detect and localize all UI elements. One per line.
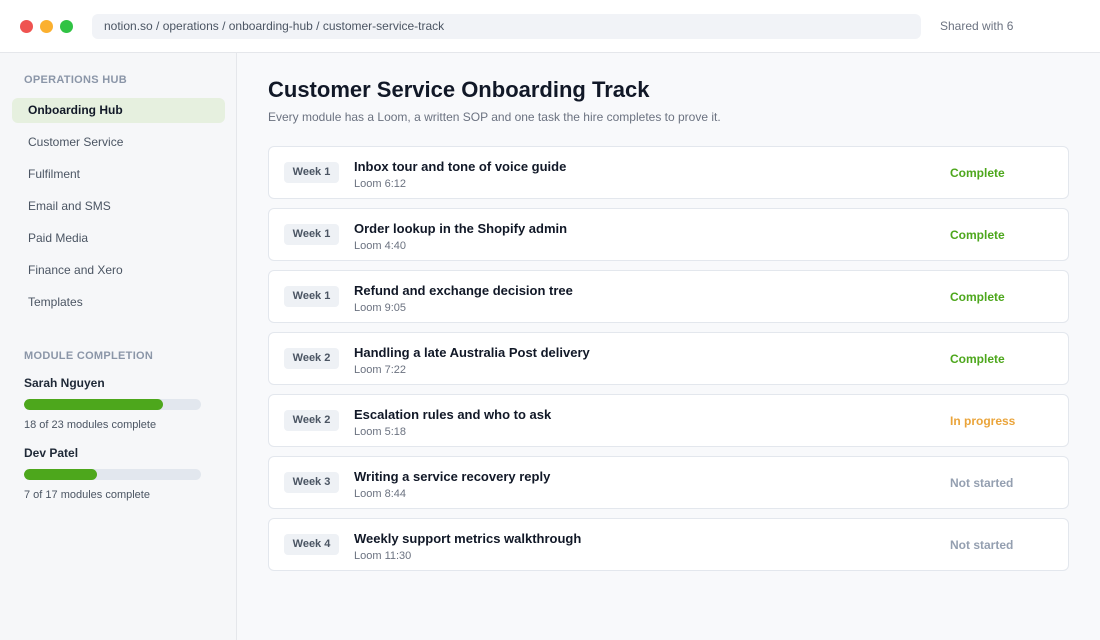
progress-caption: 7 of 17 modules complete [24, 489, 150, 501]
person-progress: Sarah Nguyen 18 of 23 modules complete [24, 376, 201, 431]
sidebar-item[interactable]: Finance and Xero [12, 258, 225, 283]
week-badge: Week 2 [284, 410, 339, 431]
progress-bar [24, 399, 201, 410]
module-title: Weekly support metrics walkthrough [354, 531, 582, 546]
sidebar-section-title: OPERATIONS HUB [24, 74, 128, 86]
status-label: In progress [950, 414, 1016, 428]
sidebar-nav: Onboarding Hub Customer Service Fulfilme… [12, 98, 225, 322]
sidebar-item-label: Finance and Xero [28, 263, 123, 277]
progress-bar [24, 469, 201, 480]
sidebar-item[interactable]: Customer Service [12, 130, 225, 155]
sidebar-item[interactable]: Email and SMS [12, 194, 225, 219]
module-title: Handling a late Australia Post delivery [354, 345, 590, 360]
page-title: Customer Service Onboarding Track [268, 77, 650, 102]
loom-duration: Loom 7:22 [354, 364, 406, 376]
sidebar-item-label: Templates [28, 295, 83, 309]
status-label: Not started [950, 476, 1014, 490]
maximize-window-icon[interactable] [60, 20, 73, 33]
completion-section-title: MODULE COMPLETION [24, 350, 154, 362]
sidebar-item-label: Onboarding Hub [28, 103, 123, 117]
progress-bar-fill [24, 399, 163, 410]
module-row[interactable]: Week 1 Inbox tour and tone of voice guid… [268, 146, 1069, 199]
page-subtitle: Every module has a Loom, a written SOP a… [268, 110, 721, 124]
module-title: Inbox tour and tone of voice guide [354, 159, 567, 174]
week-badge: Week 1 [284, 286, 339, 307]
top-bar: notion.so / operations / onboarding-hub … [0, 0, 1100, 53]
loom-duration: Loom 5:18 [354, 426, 406, 438]
sidebar-item[interactable]: Templates [12, 290, 225, 315]
sidebar-item[interactable]: Onboarding Hub [12, 98, 225, 123]
shared-with-label[interactable]: Shared with 6 [940, 14, 1013, 39]
module-title: Escalation rules and who to ask [354, 407, 552, 422]
week-badge: Week 3 [284, 472, 339, 493]
loom-duration: Loom 6:12 [354, 178, 406, 190]
person-name: Dev Patel [24, 446, 79, 460]
module-row[interactable]: Week 3 Writing a service recovery reply … [268, 456, 1069, 509]
week-badge: Week 2 [284, 348, 339, 369]
sidebar-item-label: Fulfilment [28, 167, 81, 181]
module-row[interactable]: Week 4 Weekly support metrics walkthroug… [268, 518, 1069, 571]
loom-duration: Loom 4:40 [354, 240, 406, 252]
week-badge: Week 4 [284, 534, 339, 555]
status-label: Complete [950, 290, 1005, 304]
sidebar-item[interactable]: Paid Media [12, 226, 225, 251]
status-label: Not started [950, 538, 1014, 552]
sidebar-item-label: Customer Service [28, 135, 124, 149]
module-title: Order lookup in the Shopify admin [354, 221, 568, 236]
status-label: Complete [950, 228, 1005, 242]
week-badge: Week 1 [284, 162, 339, 183]
progress-bar-fill [24, 469, 97, 480]
sidebar-item-label: Paid Media [28, 231, 89, 245]
minimize-window-icon[interactable] [40, 20, 53, 33]
sidebar-item-label: Email and SMS [28, 199, 111, 213]
person-name: Sarah Nguyen [24, 376, 105, 390]
module-title: Writing a service recovery reply [354, 469, 551, 484]
module-row[interactable]: Week 1 Order lookup in the Shopify admin… [268, 208, 1069, 261]
module-row[interactable]: Week 1 Refund and exchange decision tree… [268, 270, 1069, 323]
module-list: Week 1 Inbox tour and tone of voice guid… [268, 146, 1069, 580]
sidebar-item[interactable]: Fulfilment [12, 162, 225, 187]
sidebar: OPERATIONS HUB Onboarding Hub Customer S… [0, 53, 237, 640]
module-row[interactable]: Week 2 Handling a late Australia Post de… [268, 332, 1069, 385]
person-progress: Dev Patel 7 of 17 modules complete [24, 446, 201, 501]
week-badge: Week 1 [284, 224, 339, 245]
module-title: Refund and exchange decision tree [354, 283, 573, 298]
loom-duration: Loom 11:30 [354, 550, 412, 562]
status-label: Complete [950, 166, 1005, 180]
address-bar[interactable]: notion.so / operations / onboarding-hub … [92, 14, 921, 39]
close-window-icon[interactable] [20, 20, 33, 33]
module-row[interactable]: Week 2 Escalation rules and who to ask L… [268, 394, 1069, 447]
loom-duration: Loom 8:44 [354, 488, 406, 500]
status-label: Complete [950, 352, 1005, 366]
loom-duration: Loom 9:05 [354, 302, 406, 314]
progress-caption: 18 of 23 modules complete [24, 419, 157, 431]
